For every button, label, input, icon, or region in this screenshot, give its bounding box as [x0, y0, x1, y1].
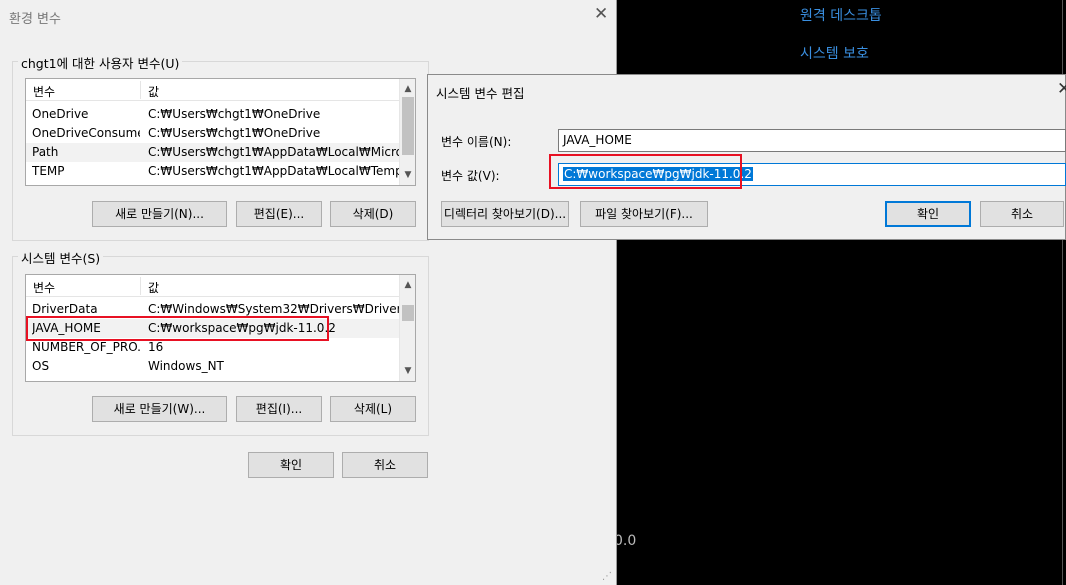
row-name: DriverData: [32, 302, 98, 316]
scroll-down-icon[interactable]: ▼: [400, 363, 415, 379]
ok-button[interactable]: 확인: [248, 452, 334, 478]
list-header: 변수 값: [26, 275, 399, 297]
row-name: TEMP: [32, 164, 65, 178]
scroll-up-icon[interactable]: ▲: [400, 81, 415, 97]
bg-partial-number: 0.0: [614, 533, 637, 549]
cancel-button[interactable]: 취소: [342, 452, 428, 478]
scroll-thumb[interactable]: [402, 305, 414, 321]
close-icon[interactable]: ✕: [1057, 79, 1066, 99]
row-value: 16: [148, 340, 164, 354]
table-row-selected[interactable]: Path C:₩Users₩chgt1₩AppData₩Local₩Micros…: [26, 143, 399, 162]
row-value: C:₩Users₩chgt1₩AppData₩Local₩Microso...: [148, 145, 399, 159]
row-name: OneDriveConsumer: [32, 126, 140, 140]
column-separator[interactable]: [140, 81, 141, 99]
system-variables-label: 시스템 변수(S): [18, 248, 104, 267]
user-delete-button[interactable]: 삭제(D): [330, 201, 416, 227]
user-new-button[interactable]: 새로 만들기(N)...: [92, 201, 227, 227]
row-name: Path: [32, 145, 59, 159]
row-name: OneDrive: [32, 107, 89, 121]
bg-system-protection-link[interactable]: 시스템 보호: [800, 43, 869, 63]
dialog-ok-button[interactable]: 확인: [885, 201, 971, 227]
row-name: OS: [32, 359, 50, 373]
browse-file-button[interactable]: 파일 찾아보기(F)...: [580, 201, 708, 227]
table-row[interactable]: OneDrive C:₩Users₩chgt1₩OneDrive: [26, 105, 399, 124]
row-name: NUMBER_OF_PRO...: [32, 340, 140, 354]
window-title: 환경 변수: [9, 12, 61, 27]
close-icon[interactable]: ✕: [594, 4, 608, 24]
user-variables-list[interactable]: 변수 값 OneDrive C:₩Users₩chgt1₩OneDrive On…: [25, 78, 416, 186]
column-header-value[interactable]: 값: [148, 279, 159, 296]
column-header-variable[interactable]: 변수: [33, 279, 55, 296]
resize-grip-icon[interactable]: ⋰: [602, 571, 612, 582]
system-edit-button[interactable]: 편집(I)...: [236, 396, 322, 422]
column-header-variable[interactable]: 변수: [33, 83, 55, 100]
scroll-down-icon[interactable]: ▼: [400, 167, 415, 183]
dialog-cancel-button[interactable]: 취소: [980, 201, 1064, 227]
vertical-scrollbar[interactable]: ▲ ▼: [399, 79, 415, 185]
column-header-value[interactable]: 값: [148, 83, 159, 100]
scroll-up-icon[interactable]: ▲: [400, 277, 415, 293]
scroll-thumb[interactable]: [402, 97, 414, 155]
edit-system-variable-dialog: 시스템 변수 편집 ✕ 변수 이름(N): JAVA_HOME 변수 값(V):…: [427, 74, 1066, 240]
row-value: Windows_NT: [148, 359, 224, 373]
table-row[interactable]: OneDriveConsumer C:₩Users₩chgt1₩OneDrive: [26, 124, 399, 143]
dialog-title: 시스템 변수 편집: [436, 86, 525, 101]
row-value: C:₩Users₩chgt1₩OneDrive: [148, 126, 321, 140]
variable-value-label: 변수 값(V):: [441, 169, 500, 183]
system-new-button[interactable]: 새로 만들기(W)...: [92, 396, 227, 422]
table-row[interactable]: TEMP C:₩Users₩chgt1₩AppData₩Local₩Temp: [26, 162, 399, 181]
table-row[interactable]: OS Windows_NT: [26, 357, 399, 376]
browse-directory-button[interactable]: 디렉터리 찾아보기(D)...: [441, 201, 569, 227]
variable-name-label: 변수 이름(N):: [441, 135, 512, 149]
java-home-highlight: [26, 316, 329, 341]
system-delete-button[interactable]: 삭제(L): [330, 396, 416, 422]
user-edit-button[interactable]: 편집(E)...: [236, 201, 322, 227]
bg-remote-desktop-link[interactable]: 원격 데스크톱: [800, 5, 882, 25]
value-highlight: [549, 154, 742, 189]
row-value: C:₩Users₩chgt1₩AppData₩Local₩Temp: [148, 164, 399, 178]
vertical-scrollbar[interactable]: ▲ ▼: [399, 275, 415, 381]
row-value: C:₩Users₩chgt1₩OneDrive: [148, 107, 321, 121]
variable-name-input[interactable]: JAVA_HOME: [558, 129, 1066, 152]
column-separator[interactable]: [140, 277, 141, 295]
list-header: 변수 값: [26, 79, 399, 101]
user-variables-label: chgt1에 대한 사용자 변수(U): [18, 53, 183, 72]
row-value: C:₩Windows₩System32₩Drivers₩DriverData: [148, 302, 399, 316]
